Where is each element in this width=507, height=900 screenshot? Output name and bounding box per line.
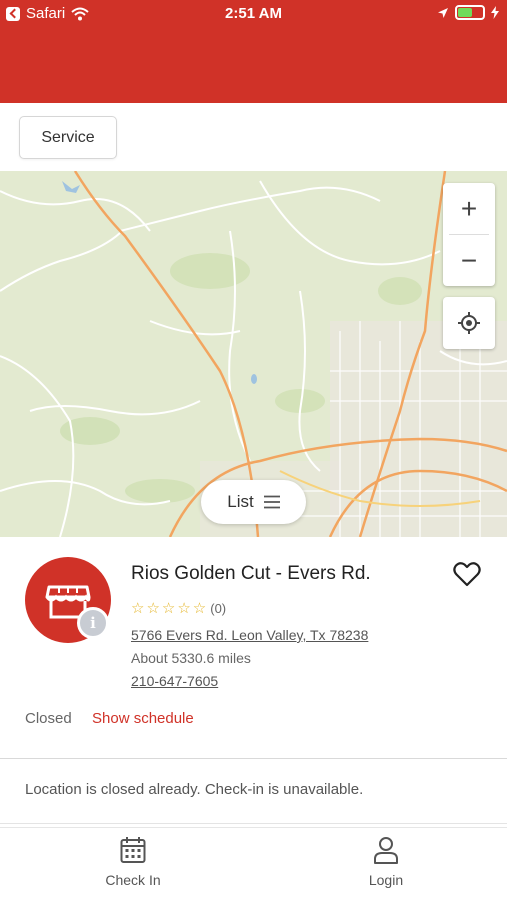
closed-notice: Location is closed already. Check-in is … (0, 762, 507, 824)
notice-text: Location is closed already. Check-in is … (25, 781, 364, 798)
tab-login[interactable]: Login (316, 836, 456, 888)
list-button-label: List (227, 492, 254, 511)
charging-bolt-icon (491, 6, 499, 19)
rating-row: ☆☆☆☆☆ (0) (131, 599, 226, 617)
crosshair-icon (458, 312, 480, 334)
service-filter-button[interactable]: Service (19, 116, 117, 159)
location-arrow-icon (438, 7, 448, 18)
shop-name: Rios Golden Cut - Evers Rd. (131, 563, 371, 584)
user-icon (374, 837, 398, 864)
status-time: 2:51 AM (225, 5, 282, 22)
distance-text: About 5330.6 miles (131, 650, 251, 666)
info-icon[interactable]: i (77, 607, 109, 639)
locate-me-button[interactable] (443, 297, 495, 349)
tab-check-in-label: Check In (105, 872, 161, 888)
status-bar: Safari 2:51 AM (0, 0, 507, 28)
tab-login-label: Login (368, 872, 404, 888)
calendar-icon (120, 837, 146, 863)
filter-bar: Service (0, 103, 507, 171)
favorite-heart-icon[interactable] (453, 561, 481, 587)
tab-check-in[interactable]: Check In (63, 836, 203, 888)
zoom-out-button[interactable]: − (443, 235, 495, 286)
location-card: i Rios Golden Cut - Evers Rd. ☆☆☆☆☆ (0) … (0, 537, 507, 759)
hamburger-icon (263, 495, 280, 509)
zoom-in-button[interactable]: + (443, 183, 495, 234)
review-count: (0) (210, 600, 227, 616)
map-view[interactable]: + − List (0, 171, 507, 537)
address-link[interactable]: 5766 Evers Rd. Leon Valley, Tx 78238 (131, 627, 368, 643)
list-view-button[interactable]: List (201, 480, 306, 524)
show-schedule-link[interactable]: Show schedule (92, 710, 194, 727)
open-status: Closed (25, 710, 72, 727)
zoom-control: + − (443, 183, 495, 286)
status-indicators (437, 5, 499, 20)
battery-level (458, 8, 473, 17)
app-header (0, 28, 507, 103)
bottom-tab-bar: Check In Login (0, 827, 507, 900)
battery-icon (455, 5, 485, 20)
phone-link[interactable]: 210-647-7605 (131, 673, 218, 689)
rating-stars: ☆☆☆☆☆ (131, 600, 209, 617)
